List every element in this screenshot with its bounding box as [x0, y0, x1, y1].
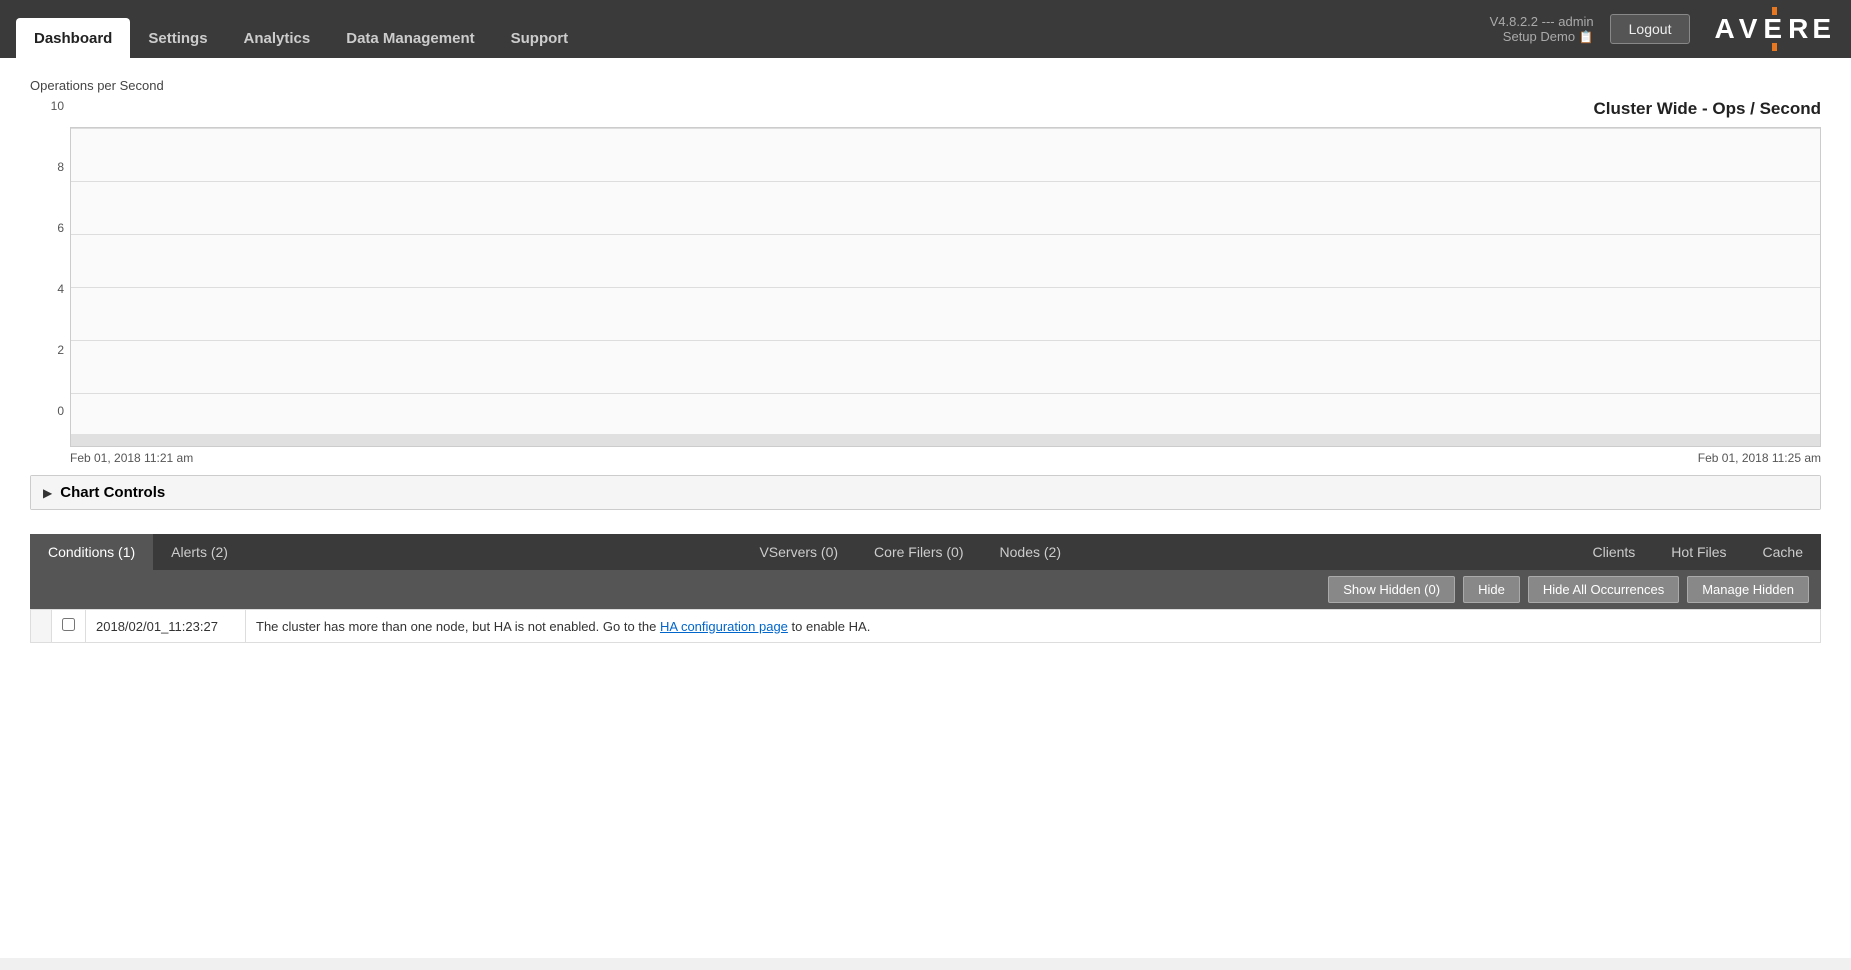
setup-demo-label: Setup Demo: [1503, 29, 1575, 44]
logo-accent-bottom: [1772, 43, 1777, 51]
tab-data-management[interactable]: Data Management: [328, 18, 492, 58]
x-label-start: Feb 01, 2018 11:21 am: [70, 451, 193, 465]
header: Dashboard Settings Analytics Data Manage…: [0, 0, 1851, 58]
tab-core-filers[interactable]: Core Filers (0): [856, 534, 981, 570]
chart-x-labels: Feb 01, 2018 11:21 am Feb 01, 2018 11:25…: [70, 451, 1821, 465]
ops-per-second-label: Operations per Second: [30, 78, 1821, 93]
conditions-table: 2018/02/01_11:23:27 The cluster has more…: [30, 609, 1821, 643]
condition-timestamp: 2018/02/01_11:23:27: [86, 610, 246, 643]
header-right: V4.8.2.2 --- admin Setup Demo 📋 Logout A…: [1490, 7, 1835, 51]
chart-y-axis: 10 8 6 4 2 0: [30, 99, 70, 465]
y-10: 10: [51, 99, 64, 113]
tab-spacer-2: [1079, 534, 1575, 570]
chart-controls-section: ▶ Chart Controls: [30, 475, 1821, 510]
chart-wrapper: 10 8 6 4 2 0 Cluster Wide - Ops / Second: [30, 99, 1821, 465]
tab-settings[interactable]: Settings: [130, 18, 225, 58]
tab-alerts[interactable]: Alerts (2): [153, 534, 246, 570]
y-0: 0: [57, 404, 64, 418]
logout-button[interactable]: Logout: [1610, 14, 1691, 44]
gridline-3: [71, 287, 1820, 288]
tabs-row: Conditions (1) Alerts (2) VServers (0) C…: [30, 534, 1821, 570]
tab-conditions[interactable]: Conditions (1): [30, 534, 153, 570]
row-color-indicator: [31, 610, 52, 643]
chart-plot-area: [70, 127, 1821, 447]
condition-message: The cluster has more than one node, but …: [246, 610, 1821, 643]
tab-dashboard[interactable]: Dashboard: [16, 18, 130, 58]
setup-demo-icon: 📋: [1579, 30, 1594, 44]
gridline-0: [71, 128, 1820, 129]
chart-title: Cluster Wide - Ops / Second: [70, 99, 1821, 119]
tab-cache[interactable]: Cache: [1745, 534, 1821, 570]
message-before: The cluster has more than one node, but …: [256, 619, 660, 634]
tab-vservers[interactable]: VServers (0): [741, 534, 856, 570]
chart-controls-header[interactable]: ▶ Chart Controls: [31, 476, 1820, 509]
tab-clients[interactable]: Clients: [1575, 534, 1654, 570]
chart-scrollbar[interactable]: [71, 434, 1820, 446]
tabs-section: Conditions (1) Alerts (2) VServers (0) C…: [30, 534, 1821, 643]
chart-controls-arrow-icon: ▶: [43, 486, 52, 500]
tab-spacer-1: [246, 534, 742, 570]
gridline-2: [71, 234, 1820, 235]
avere-logo: A V E R E: [1714, 7, 1835, 51]
nav-tabs: Dashboard Settings Analytics Data Manage…: [16, 0, 1490, 58]
tab-analytics[interactable]: Analytics: [226, 18, 329, 58]
tab-support[interactable]: Support: [493, 18, 587, 58]
setup-demo-text: Setup Demo 📋: [1490, 29, 1594, 44]
version-info: V4.8.2.2 --- admin Setup Demo 📋: [1490, 14, 1594, 44]
row-checkbox[interactable]: [62, 618, 75, 631]
manage-hidden-button[interactable]: Manage Hidden: [1687, 576, 1809, 603]
gridline-4: [71, 340, 1820, 341]
y-2: 2: [57, 343, 64, 357]
row-checkbox-cell[interactable]: [52, 610, 86, 643]
gridline-1: [71, 181, 1820, 182]
show-hidden-button[interactable]: Show Hidden (0): [1328, 576, 1455, 603]
chart-section: Operations per Second 10 8 6 4 2 0 Clust…: [30, 78, 1821, 465]
version-text: V4.8.2.2 --- admin: [1490, 14, 1594, 29]
chart-controls-title: Chart Controls: [60, 484, 165, 501]
x-label-end: Feb 01, 2018 11:25 am: [1698, 451, 1821, 465]
tab-nodes[interactable]: Nodes (2): [982, 534, 1079, 570]
hide-button[interactable]: Hide: [1463, 576, 1520, 603]
y-8: 8: [57, 160, 64, 174]
hide-all-occurrences-button[interactable]: Hide All Occurrences: [1528, 576, 1679, 603]
sub-toolbar: Show Hidden (0) Hide Hide All Occurrence…: [30, 570, 1821, 609]
message-after: to enable HA.: [788, 619, 870, 634]
gridline-5: [71, 393, 1820, 394]
main-content: Operations per Second 10 8 6 4 2 0 Clust…: [0, 58, 1851, 958]
tab-hot-files[interactable]: Hot Files: [1653, 534, 1744, 570]
chart-graph-container: Cluster Wide - Ops / Second Feb 01, 2018…: [70, 99, 1821, 465]
y-6: 6: [57, 221, 64, 235]
ha-config-link[interactable]: HA configuration page: [660, 619, 788, 634]
y-4: 4: [57, 282, 64, 296]
table-row: 2018/02/01_11:23:27 The cluster has more…: [31, 610, 1821, 643]
